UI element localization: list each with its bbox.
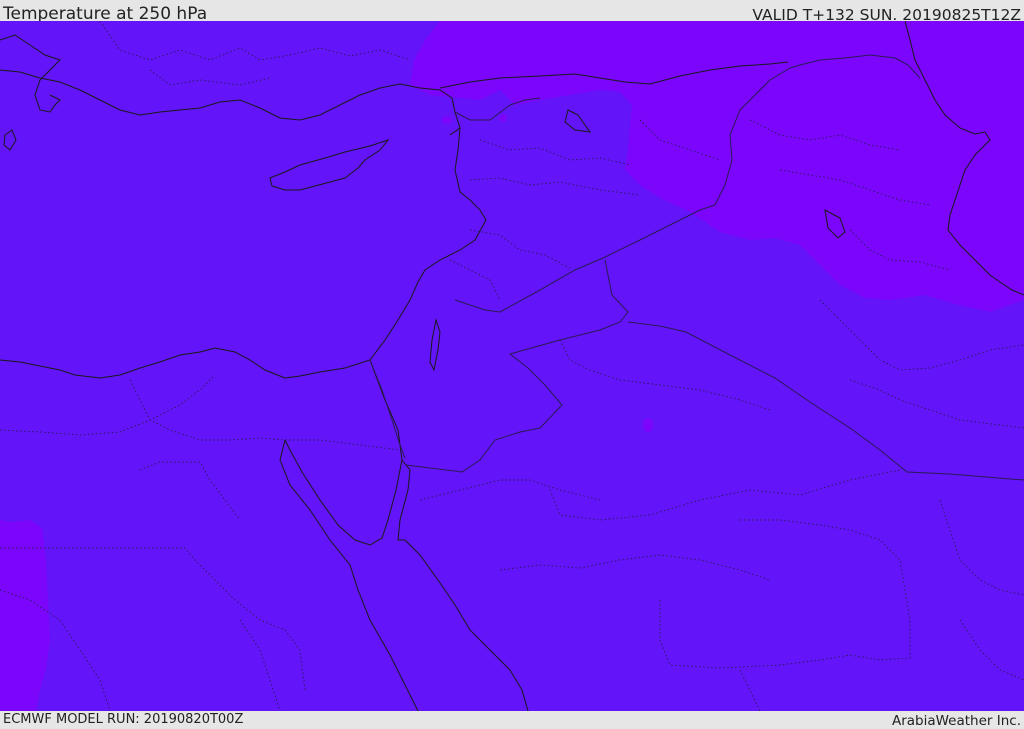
- cold-spot: [643, 418, 653, 432]
- cold-spot: [499, 114, 507, 122]
- map-canvas: [0, 21, 1024, 711]
- credit-label: ArabiaWeather Inc.: [891, 713, 1021, 729]
- temperature-map: [0, 21, 1024, 711]
- weather-map-page: Temperature at 250 hPa VALID T+132 SUN. …: [0, 0, 1024, 729]
- model-run-label: ECMWF MODEL RUN: 20190820T00Z: [3, 712, 244, 727]
- cold-spot: [442, 116, 452, 124]
